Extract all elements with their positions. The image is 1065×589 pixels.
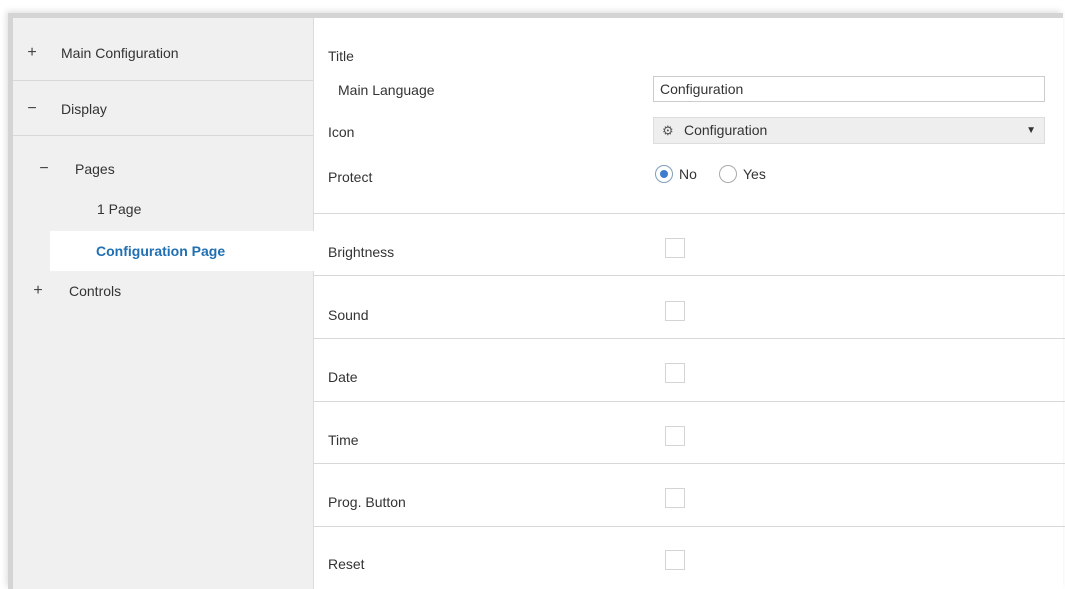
main-content: Title Main Language Configuration Icon ⚙… (314, 18, 1065, 589)
main-language-input[interactable]: Configuration (653, 76, 1045, 102)
prog-button-checkbox[interactable] (665, 488, 685, 508)
time-label: Time (328, 432, 359, 448)
sound-label: Sound (328, 307, 369, 323)
date-label: Date (328, 369, 358, 385)
divider (13, 80, 313, 81)
divider (314, 275, 1065, 276)
radio-button[interactable] (719, 165, 737, 183)
brightness-label: Brightness (328, 244, 395, 260)
divider (314, 401, 1065, 402)
sidebar: + Main Configuration − Display − Pages 1… (13, 18, 314, 589)
reset-label: Reset (328, 556, 365, 572)
sidebar-item-main-configuration[interactable]: + Main Configuration (13, 34, 313, 72)
divider (13, 135, 313, 136)
divider (314, 526, 1065, 527)
radio-button-checked[interactable] (655, 165, 673, 183)
radio-label: No (679, 166, 697, 182)
main-language-label: Main Language (338, 82, 435, 98)
sidebar-item-label: Pages (75, 161, 115, 177)
chevron-down-icon[interactable]: ▼ (1026, 118, 1036, 143)
time-checkbox[interactable] (665, 426, 685, 446)
protect-label: Protect (328, 169, 373, 185)
sidebar-item-pages[interactable]: − Pages (13, 150, 313, 188)
protect-radio-yes[interactable]: Yes (719, 165, 766, 183)
brightness-checkbox[interactable] (665, 238, 685, 258)
sidebar-item-label: Display (61, 101, 107, 117)
caret-pointer (29, 136, 45, 144)
date-checkbox[interactable] (665, 363, 685, 383)
sound-checkbox[interactable] (665, 301, 685, 321)
sidebar-item-display[interactable]: − Display (13, 90, 313, 128)
sidebar-item-label: Configuration Page (96, 243, 226, 259)
icon-label: Icon (328, 124, 355, 140)
protect-radio-no[interactable]: No (655, 165, 697, 183)
divider (314, 213, 1065, 214)
icon-select[interactable]: ⚙ Configuration ▼ (653, 117, 1045, 144)
sidebar-item-controls[interactable]: + Controls (13, 272, 313, 310)
expand-icon[interactable]: + (27, 44, 37, 62)
collapse-icon[interactable]: − (27, 100, 37, 118)
sidebar-item-label: Controls (69, 283, 122, 299)
sidebar-item-1-page[interactable]: 1 Page (13, 190, 313, 228)
divider (314, 463, 1065, 464)
sidebar-item-label: 1 Page (97, 201, 142, 217)
expand-icon[interactable]: + (33, 282, 43, 300)
gear-icon: ⚙ (662, 123, 674, 138)
prog-button-label: Prog. Button (328, 494, 406, 510)
sidebar-item-configuration-page[interactable]: Configuration Page (50, 231, 314, 271)
divider (314, 338, 1065, 339)
title-heading: Title (328, 48, 354, 64)
sidebar-item-label: Main Configuration (61, 45, 179, 61)
icon-select-value: Configuration (684, 122, 768, 138)
radio-label: Yes (743, 166, 766, 182)
reset-checkbox[interactable] (665, 550, 685, 570)
app-window: + Main Configuration − Display − Pages 1… (8, 13, 1065, 589)
collapse-icon[interactable]: − (39, 160, 49, 178)
